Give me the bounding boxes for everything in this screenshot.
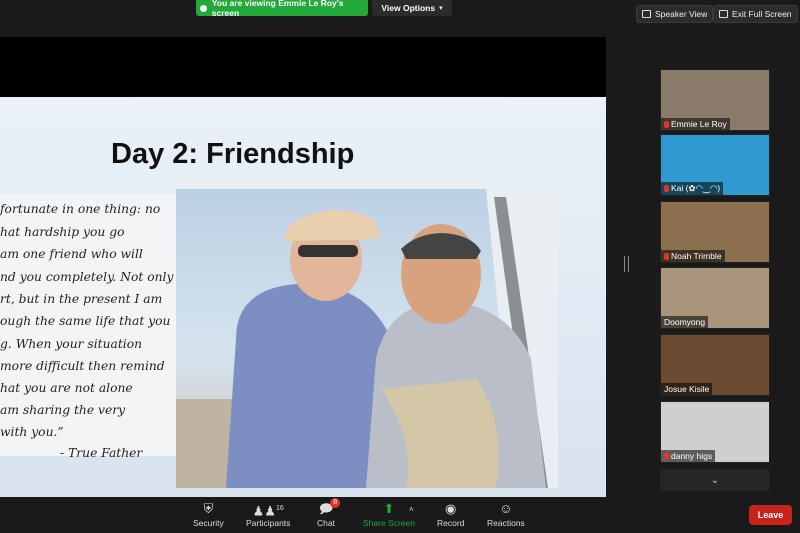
leave-label: Leave — [757, 510, 784, 520]
smiley-icon: ☺ — [499, 501, 513, 516]
participant-name: Josue Kisile — [664, 384, 710, 394]
participants-label: Participants — [246, 518, 291, 528]
people-icon: ♟♟16 — [252, 503, 284, 519]
quote-line: am sharing the very — [0, 403, 126, 417]
reactions-button[interactable]: ☺ Reactions — [487, 500, 525, 528]
quote-attribution: - True Father — [60, 446, 143, 460]
shared-screen-area: Day 2: Friendship fortunate in one thing… — [0, 37, 606, 509]
muted-mic-icon — [664, 252, 669, 260]
record-button[interactable]: ◉ Record — [437, 500, 464, 528]
shield-icon: ⛨ — [203, 501, 214, 516]
presentation-slide: Day 2: Friendship fortunate in one thing… — [0, 97, 606, 509]
leave-button[interactable]: Leave — [749, 505, 792, 525]
chevron-down-icon: ⌄ — [710, 474, 720, 486]
scroll-down-button[interactable]: ⌄ — [660, 469, 770, 491]
share-status-icon — [200, 4, 207, 12]
chat-icon: 🗩 8 — [319, 498, 341, 518]
record-icon: ◉ — [445, 501, 457, 516]
muted-mic-icon — [664, 185, 669, 192]
quote-line: nd you completely. Not only — [0, 270, 174, 284]
view-options-button[interactable]: View Options ▾ — [372, 0, 452, 16]
chat-badge: 8 — [330, 498, 341, 508]
viewing-screen-text: You are viewing Emmie Le Roy's screen — [211, 0, 344, 18]
quote-line: with you.” — [0, 425, 64, 439]
video-tile[interactable]: Doomyong — [660, 267, 770, 329]
video-tile[interactable]: Emmie Le Roy — [660, 69, 770, 131]
share-screen-icon: ⬆ — [383, 501, 395, 516]
chat-label: Chat — [317, 518, 335, 528]
chevron-up-icon: ˄ — [409, 505, 414, 514]
share-screen-button[interactable]: ⬆ Share Screen — [363, 500, 415, 528]
view-options-label: View Options — [381, 3, 436, 13]
participant-video-strip: Emmie Le Roy Kai (✿◠‿◠) Noah Trimble Doo… — [630, 37, 800, 497]
viewing-screen-banner: You are viewing Emmie Le Roy's screen — [196, 0, 368, 18]
quote-line: ough the same life that you — [0, 314, 171, 328]
video-tile[interactable]: Josue Kisile — [660, 334, 770, 396]
share-screen-label: Share Screen — [363, 518, 415, 528]
slide-title: Day 2: Friendship — [111, 138, 355, 170]
quote-line: rt, but in the present I am — [0, 292, 163, 306]
meeting-toolbar: ⛨ Security ♟♟16 Participants 🗩 8 Chat ⬆ S… — [0, 497, 800, 533]
participant-name: Kai (✿◠‿◠) — [671, 183, 721, 193]
muted-mic-icon — [664, 120, 669, 128]
quote-line: am one friend who will — [0, 247, 143, 261]
security-label: Security — [193, 518, 224, 528]
reactions-label: Reactions — [487, 518, 525, 528]
quote-line: g. When your situation — [0, 337, 143, 351]
security-button[interactable]: ⛨ Security — [193, 500, 224, 528]
video-tile[interactable]: Noah Trimble — [660, 201, 770, 263]
speaker-view-button[interactable]: Speaker View — [636, 5, 714, 23]
couple-photo — [176, 189, 558, 488]
quote-line: hat hardship you go — [0, 225, 125, 239]
quote-line: more difficult then remind — [0, 359, 165, 373]
share-options-button[interactable]: ˄ — [409, 505, 414, 514]
quote-line: hat you are not alone — [0, 381, 133, 395]
participant-name: Emmie Le Roy — [671, 119, 727, 129]
participant-name: Noah Trimble — [671, 251, 722, 261]
quote-line: fortunate in one thing: no — [0, 202, 161, 216]
speaker-view-label: Speaker View — [655, 9, 708, 19]
record-label: Record — [437, 518, 465, 528]
chat-button[interactable]: 🗩 8 Chat — [317, 498, 341, 528]
participant-name: danny higs — [671, 451, 713, 461]
participant-name: Doomyong — [664, 317, 706, 327]
exit-full-screen-icon — [719, 10, 728, 18]
chevron-down-icon: ▾ — [439, 5, 443, 12]
participants-button[interactable]: ♟♟16 Participants — [246, 500, 290, 528]
video-tile[interactable]: danny higs — [660, 401, 770, 463]
quote-box: fortunate in one thing: no hat hardship … — [0, 194, 176, 460]
video-tile[interactable]: Kai (✿◠‿◠) — [660, 134, 770, 196]
muted-mic-icon — [664, 452, 669, 460]
exit-full-screen-button[interactable]: Exit Full Screen — [713, 5, 798, 23]
speaker-view-icon — [642, 10, 651, 18]
panel-resize-handle[interactable] — [624, 256, 629, 272]
participants-count: 16 — [275, 505, 284, 512]
exit-full-screen-label: Exit Full Screen — [732, 9, 792, 19]
